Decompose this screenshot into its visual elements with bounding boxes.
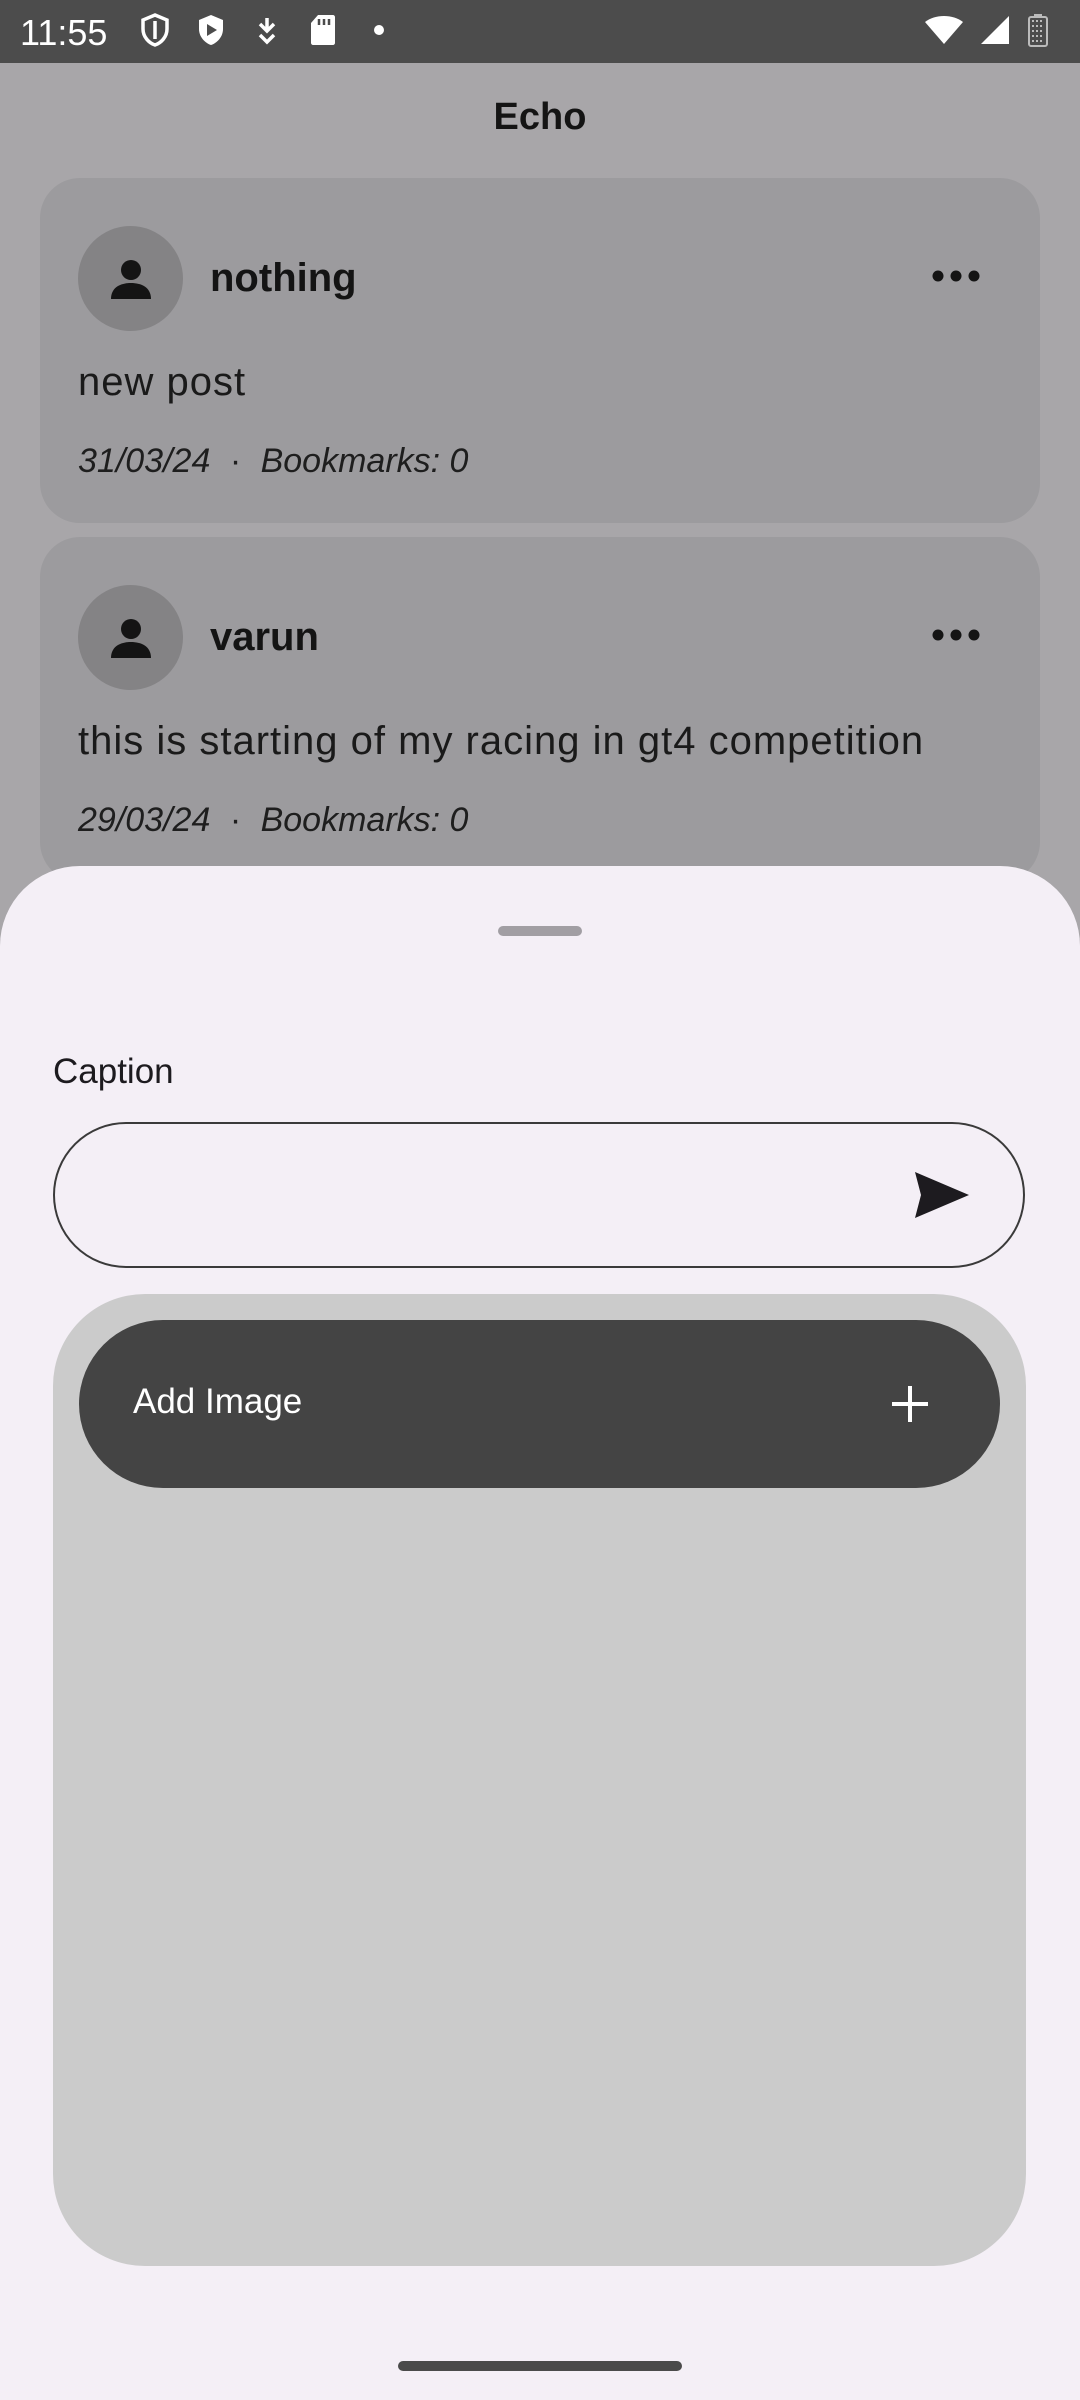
wifi-icon [924,12,964,48]
shield-play-icon [194,12,228,48]
sd-card-icon [306,12,340,48]
image-area: Add Image [53,1294,1026,2266]
battery-icon [1026,12,1050,48]
status-bar: 11:55 [0,0,1080,63]
post-date: 31/03/24 [78,442,211,480]
app-title: Echo [493,96,587,138]
post-bookmarks: Bookmarks: 0 [260,801,469,839]
post-username[interactable]: varun [210,615,319,660]
download-icon [250,12,284,48]
avatar[interactable] [78,585,183,690]
send-icon [915,1172,969,1218]
more-options-button[interactable] [928,256,984,296]
more-horizontal-icon [932,270,980,282]
drag-handle[interactable] [498,926,582,936]
post-meta: 31/03/24 · Bookmarks: 0 [78,442,468,481]
meta-separator: · [229,801,242,839]
home-indicator[interactable] [398,2361,682,2371]
post-card[interactable]: nothing new post 31/03/24 · Bookmarks: 0 [40,178,1040,523]
add-image-label: Add Image [133,1382,303,1421]
status-time: 11:55 [20,12,108,53]
post-text: new post [78,360,247,404]
avatar[interactable] [78,226,183,331]
post-card[interactable]: varun this is starting of my racing in g… [40,537,1040,882]
signal-icon [978,12,1012,48]
dot-icon [362,12,396,48]
add-image-button[interactable]: Add Image [79,1320,1000,1488]
shield-outline-icon [138,12,172,48]
status-icons-right [924,12,1050,48]
post-date: 29/03/24 [78,801,211,839]
meta-separator: · [229,442,242,480]
send-button[interactable] [911,1164,973,1226]
caption-input[interactable] [105,1124,885,1266]
plus-icon [882,1376,938,1432]
more-options-button[interactable] [928,615,984,655]
post-username[interactable]: nothing [210,256,357,301]
caption-field[interactable] [53,1122,1025,1268]
more-horizontal-icon [932,629,980,641]
post-text: this is starting of my racing in gt4 com… [78,719,925,763]
status-icons-left [138,12,396,48]
new-post-bottom-sheet: Caption Add Image [0,866,1080,2400]
post-meta: 29/03/24 · Bookmarks: 0 [78,801,468,840]
caption-label: Caption [53,1052,174,1091]
post-bookmarks: Bookmarks: 0 [260,442,469,480]
person-icon [110,618,151,658]
person-icon [110,259,151,299]
